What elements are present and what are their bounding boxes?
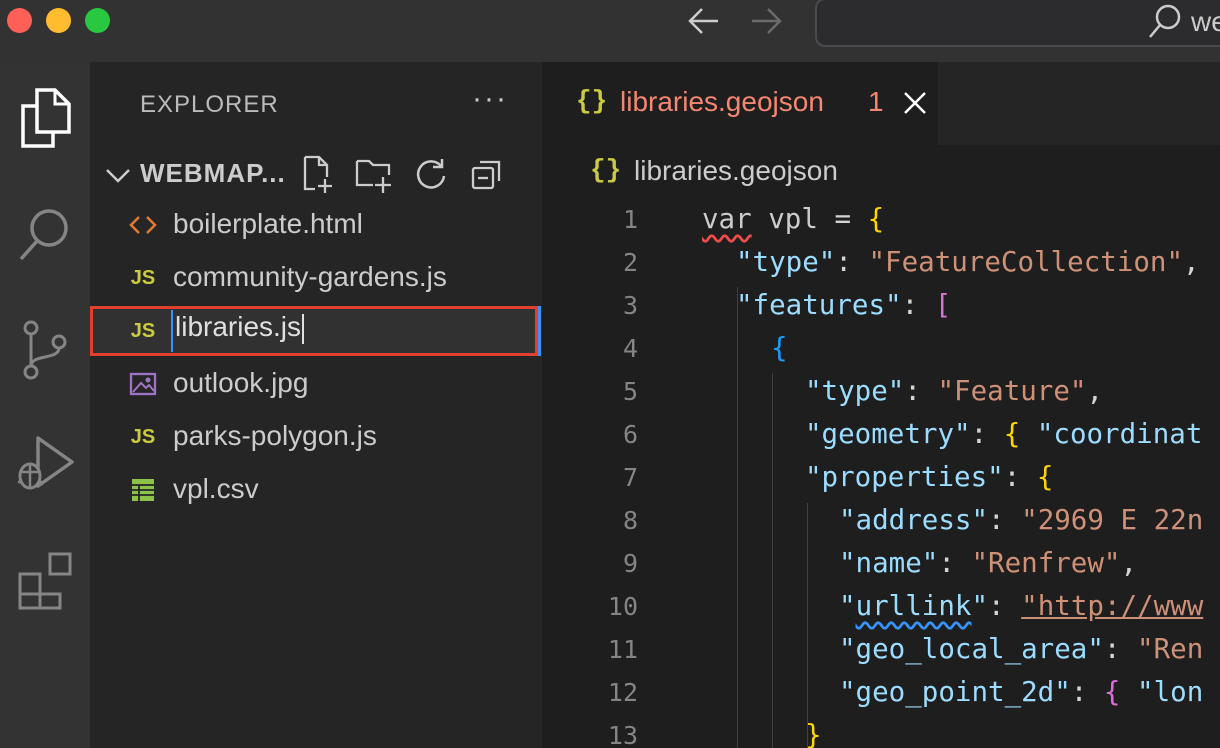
code-editor[interactable]: 1 var vpl = { 2 "type": "FeatureCollecti… (542, 201, 1220, 748)
code-line: 11 "geo_local_area": "Ren (542, 631, 1220, 674)
back-arrow-icon[interactable] (686, 4, 722, 38)
code-line: 13 } (542, 717, 1220, 748)
rename-input[interactable]: libraries.js (171, 310, 538, 352)
tab-label: libraries.geojson (620, 86, 824, 117)
line-number: 5 (622, 377, 638, 406)
file-item-parks-polygon[interactable]: JS parks-polygon.js (90, 412, 542, 462)
js-file-icon: JS (130, 425, 156, 448)
js-file-icon: JS (130, 266, 156, 289)
code-line: 4 { (542, 330, 1220, 373)
line-number: 12 (607, 678, 638, 707)
line-number: 11 (607, 635, 638, 664)
line-number: 2 (622, 248, 638, 277)
table-file-icon (128, 475, 158, 505)
json-file-icon: {} (590, 155, 622, 185)
close-tab-icon[interactable] (902, 90, 928, 121)
json-file-icon: {} (576, 86, 608, 116)
new-file-icon[interactable] (298, 154, 340, 194)
code-line: 10 "urllink": "http://www (542, 588, 1220, 631)
title-bar: we (0, 0, 1220, 62)
line-number: 10 (607, 592, 638, 621)
editor-tab-bar: {} libraries.geojson 1 (542, 62, 1220, 145)
line-number: 8 (622, 506, 638, 535)
close-window-button[interactable] (7, 8, 32, 33)
activity-bar (0, 62, 90, 748)
text-caret (302, 313, 305, 344)
problem-count-badge: 1 (868, 86, 884, 117)
file-label: community-gardens.js (173, 261, 447, 292)
line-number: 1 (622, 205, 638, 234)
new-folder-icon[interactable] (354, 154, 396, 194)
forward-arrow-icon[interactable] (748, 4, 784, 38)
code-line: 9 "name": "Renfrew", (542, 545, 1220, 588)
run-debug-icon[interactable] (0, 432, 90, 512)
rename-input-text: libraries.js (175, 311, 305, 344)
focus-indicator (538, 306, 541, 356)
line-number: 4 (622, 334, 638, 363)
more-actions-icon[interactable]: ··· (472, 82, 508, 116)
file-item-libraries-rename[interactable]: JS libraries.js (90, 306, 542, 356)
file-item-boilerplate[interactable]: boilerplate.html (90, 200, 542, 250)
code-line: 1 var vpl = { (542, 201, 1220, 244)
code-line: 5 "type": "Feature", (542, 373, 1220, 416)
explorer-sidebar: EXPLORER ··· WEBMAP... boilerplate.html (90, 62, 542, 748)
file-label: parks-polygon.js (173, 420, 377, 451)
code-line: 12 "geo_point_2d": { "lon (542, 674, 1220, 717)
extensions-icon[interactable] (0, 550, 90, 630)
image-file-icon (128, 369, 158, 399)
refresh-icon[interactable] (410, 154, 452, 194)
minimize-window-button[interactable] (46, 8, 71, 33)
command-center-search[interactable]: we (815, 0, 1220, 47)
line-number: 3 (622, 291, 638, 320)
source-control-icon[interactable] (0, 318, 90, 398)
breadcrumb-file[interactable]: libraries.geojson (634, 155, 838, 187)
tab-libraries-geojson[interactable]: {} libraries.geojson 1 (542, 62, 938, 145)
line-number: 7 (622, 463, 638, 492)
js-file-icon: JS (130, 319, 156, 342)
file-label: boilerplate.html (173, 208, 363, 239)
file-item-vpl-csv[interactable]: vpl.csv (90, 465, 542, 515)
search-view-icon[interactable] (0, 204, 90, 284)
code-line: 2 "type": "FeatureCollection", (542, 244, 1220, 287)
line-number: 9 (622, 549, 638, 578)
workspace-folder-header[interactable]: WEBMAP... (90, 154, 542, 194)
code-line: 6 "geometry": { "coordinat (542, 416, 1220, 459)
workspace-folder-name: WEBMAP... (140, 158, 286, 188)
code-line: 7 "properties": { (542, 459, 1220, 502)
collapse-all-icon[interactable] (466, 154, 508, 194)
search-icon (1147, 2, 1183, 47)
file-item-outlook[interactable]: outlook.jpg (90, 359, 542, 409)
file-item-community-gardens[interactable]: JS community-gardens.js (90, 253, 542, 303)
file-label: outlook.jpg (173, 367, 309, 398)
file-label: vpl.csv (173, 473, 259, 504)
search-text: we (1191, 6, 1220, 37)
chevron-down-icon[interactable] (104, 162, 132, 191)
html-file-icon (128, 210, 158, 240)
line-number: 6 (622, 420, 638, 449)
breadcrumb: {} libraries.geojson (542, 145, 1220, 201)
code-line: 3 "features": [ (542, 287, 1220, 330)
explorer-title: EXPLORER (140, 91, 279, 118)
maximize-window-button[interactable] (85, 8, 110, 33)
explorer-icon[interactable] (0, 86, 90, 166)
code-line: 8 "address": "2969 E 22n (542, 502, 1220, 545)
line-number: 13 (607, 721, 638, 748)
